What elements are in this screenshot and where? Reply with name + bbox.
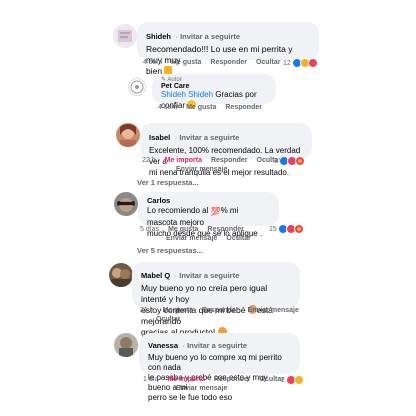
view-replies-link[interactable]: Ver 5 respuestas... [137, 246, 203, 255]
reaction-summary[interactable]: 15 [269, 224, 304, 234]
reply-link[interactable]: Responder [214, 376, 251, 383]
timestamp[interactable]: 21 h [140, 307, 154, 314]
reply-link[interactable]: Responder [202, 307, 239, 314]
comment-bubble: Carlos Lo recomiendo al 💯% mi mascota me… [138, 192, 279, 238]
send-message-row: Enviar mensaje Ocultar [166, 235, 260, 242]
mention-link[interactable]: Shideh Shideh [161, 90, 213, 99]
send-message-link[interactable]: Enviar mensaje [166, 235, 217, 242]
reaction-count: 2 [281, 376, 285, 384]
reaction-summary[interactable]: 2 [281, 375, 304, 385]
like-link[interactable]: Me gusta [186, 104, 216, 111]
hide-link[interactable]: Ocultar [226, 235, 251, 242]
invite-follow-link[interactable]: Invitar a seguirte [179, 271, 239, 280]
like-link[interactable]: Me gusta [171, 59, 201, 66]
comment-actions: 4 sem Me gusta Responder Ocultar [143, 59, 289, 66]
reply-link[interactable]: Responder [210, 59, 247, 66]
author-badge: ✎ Autor [161, 77, 182, 83]
avatar[interactable] [114, 333, 138, 357]
timestamp[interactable]: 22 h [142, 157, 156, 164]
like-link[interactable]: Me importa [165, 157, 202, 164]
send-message-link[interactable]: Enviar mensaje [248, 307, 299, 314]
hide-row: Ocultar [156, 316, 190, 323]
reply-bubble: ✎ Autor Pet Care Shideh Shideh Gracias p… [152, 74, 276, 110]
comment-bubble: Shideh · Invitar a seguirte Recomendado!… [137, 22, 319, 76]
commenter-name[interactable]: Pet Care [161, 83, 267, 90]
comment-actions: 21 h Me gusta Responder Enviar mensaje [140, 307, 308, 314]
love-reaction-icon [307, 58, 318, 68]
commenter-name[interactable]: Isabel [149, 133, 170, 142]
hide-link[interactable]: Ocultar [256, 59, 281, 66]
timestamp[interactable]: 4 sem [158, 104, 177, 111]
commenter-name[interactable]: Shideh [146, 32, 171, 41]
page-avatar[interactable] [128, 78, 146, 96]
invite-follow-link[interactable]: Invitar a seguirte [180, 32, 240, 41]
reaction-summary[interactable]: 12 [283, 58, 318, 68]
avatar[interactable] [116, 123, 140, 147]
reaction-count: 15 [269, 225, 277, 233]
commenter-name[interactable]: Vanessa [148, 341, 178, 350]
comment-bubble: Mabel Q · Invitar a seguirte Muy bueno y… [132, 262, 300, 337]
comment-text: Lo recomiendo al 💯% mi mascota mejoro muc… [147, 206, 263, 238]
send-message-row: Enviar mensaje [176, 166, 236, 173]
invite-follow-link[interactable]: Invitar a seguirte [179, 133, 239, 142]
avatar[interactable] [114, 192, 138, 216]
avatar[interactable] [113, 24, 137, 48]
timestamp[interactable]: 5 días [140, 226, 159, 233]
avatar[interactable] [109, 263, 133, 287]
comment-actions: 1 día Me importa Responder Ocultar [143, 376, 293, 383]
reaction-count: 12 [283, 59, 291, 67]
care-reaction-icon [293, 224, 304, 234]
wow-reaction-icon [293, 375, 304, 385]
care-reaction-icon [294, 156, 305, 166]
invite-follow-link[interactable]: Invitar a seguirte [187, 341, 247, 350]
hundred-emoji-icon: 💯 [210, 207, 221, 216]
comment-actions: 5 días Me gusta Responder [140, 226, 253, 233]
reply-link[interactable]: Responder [207, 226, 244, 233]
reaction-count: 3 [274, 157, 278, 165]
commenter-name[interactable]: Mabel Q [141, 271, 170, 280]
hide-link[interactable]: Ocultar [156, 316, 181, 323]
reaction-summary[interactable]: 3 [274, 156, 305, 166]
send-message-link[interactable]: Enviar mensaje [176, 166, 227, 173]
send-message-row: Enviar mensaje [176, 385, 236, 392]
view-replies-link[interactable]: Ver 1 respuesta... [137, 178, 199, 187]
reply-link[interactable]: Responder [211, 157, 248, 164]
like-link[interactable]: Me gusta [168, 226, 198, 233]
comment-bubble: Vanessa · Invitar a seguirte Muy bueno y… [139, 333, 300, 402]
comment-bubble: Isabel · Invitar a seguirte Excelente, 1… [140, 123, 312, 177]
timestamp[interactable]: 1 día [143, 376, 159, 383]
like-link[interactable]: Me importa [168, 376, 205, 383]
send-message-link[interactable]: Enviar mensaje [176, 385, 227, 392]
comment-actions: 22 h Me importa Responder Ocultar [142, 157, 290, 164]
commenter-name[interactable]: Carlos [147, 196, 270, 205]
timestamp[interactable]: 4 sem [143, 59, 162, 66]
reply-actions: 4 sem Me gusta Responder [158, 104, 271, 111]
like-link[interactable]: Me gusta [163, 307, 193, 314]
reply-link[interactable]: Responder [225, 104, 262, 111]
